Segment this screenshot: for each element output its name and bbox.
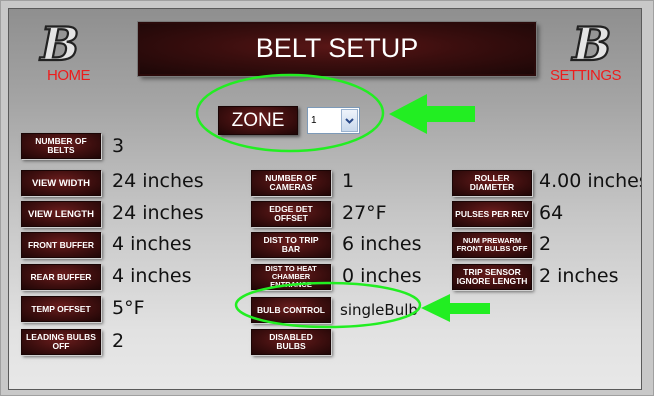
annotation-overlay	[195, 73, 490, 329]
bulb-control-highlight-ellipse	[234, 281, 422, 329]
zone-arrow-icon	[389, 94, 475, 134]
belt-setup-panel: B HOME BELT SETUP B SETTINGS ZONE 1 NUMB…	[8, 8, 642, 390]
window-frame: B HOME BELT SETUP B SETTINGS ZONE 1 NUMB…	[0, 0, 654, 396]
bulb-control-arrow-icon	[421, 294, 490, 322]
zone-highlight-ellipse	[195, 73, 385, 153]
